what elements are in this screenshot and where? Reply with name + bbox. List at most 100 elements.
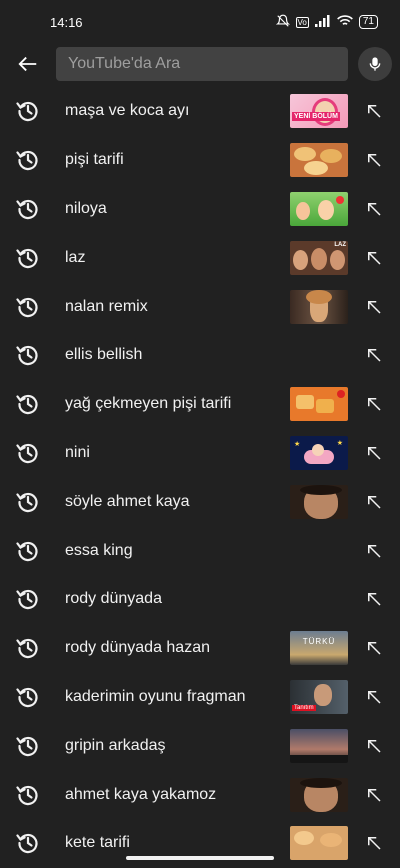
history-item[interactable]: kaderimin oyunu fragman Tanıtım [0, 673, 400, 722]
voice-search-button[interactable] [358, 47, 392, 81]
history-item-thumbnail: Tanıtım [290, 679, 348, 714]
fill-query-button[interactable] [362, 441, 386, 465]
history-clock-icon [16, 736, 38, 756]
fill-query-button[interactable] [362, 99, 386, 123]
fill-query-button[interactable] [362, 392, 386, 416]
history-item[interactable]: ellis bellish [0, 331, 400, 380]
history-clock-icon [16, 492, 38, 512]
arrow-up-left-icon [368, 837, 381, 850]
history-item-label: ellis bellish [65, 346, 143, 364]
history-item-label: gripin arkadaş [65, 736, 166, 754]
history-item[interactable]: ahmet kaya yakamoz [0, 770, 400, 819]
history-clock-icon [16, 443, 38, 464]
history-item-label: niloya [65, 199, 107, 217]
arrow-left-icon [18, 56, 37, 72]
history-item[interactable]: nini ★ ★ [0, 429, 400, 478]
fill-query-button[interactable] [362, 734, 386, 758]
arrow-up-left-icon [368, 739, 381, 753]
history-item-label: laz [65, 248, 86, 266]
history-item-label: nini [65, 443, 90, 461]
history-item-thumbnail [290, 484, 348, 519]
history-item-thumbnail: YENİ BÖLÜM [290, 94, 348, 129]
fill-query-button[interactable] [362, 783, 386, 807]
home-indicator[interactable] [126, 856, 274, 860]
history-clock-icon [16, 785, 38, 805]
history-item-label: pişi tarifi [65, 151, 124, 169]
volte-badge-icon: Vo [295, 16, 309, 28]
history-item[interactable]: laz LAZ [0, 233, 400, 282]
fill-query-button[interactable] [362, 490, 386, 514]
history-item[interactable]: kete tarifi [0, 819, 400, 868]
history-item[interactable]: rody dünyada hazan TÜRKÜ [0, 624, 400, 673]
history-item-thumbnail [290, 143, 348, 178]
arrow-up-left-icon [368, 349, 381, 362]
history-item[interactable]: yağ çekmeyen pişi tarifi [0, 380, 400, 429]
arrow-up-left-icon [368, 593, 381, 606]
arrow-up-left-icon [368, 495, 381, 509]
history-item-thumbnail [290, 826, 348, 861]
history-item-thumbnail [290, 289, 348, 324]
history-item-label: ahmet kaya yakamoz [65, 785, 217, 803]
arrow-up-left-icon [368, 446, 381, 460]
history-item-thumbnail [290, 191, 348, 226]
fill-query-button[interactable] [362, 246, 386, 270]
history-item-label: essa king [65, 541, 133, 559]
history-item[interactable]: niloya [0, 185, 400, 234]
search-box[interactable] [56, 47, 348, 81]
history-clock-icon [16, 297, 38, 317]
history-clock-icon [16, 639, 38, 659]
fill-query-button[interactable] [362, 636, 386, 660]
arrow-up-left-icon [368, 398, 381, 411]
battery-indicator: 71 [358, 15, 378, 29]
arrow-up-left-icon [368, 105, 381, 118]
history-item-thumbnail [290, 728, 348, 763]
arrow-up-left-icon [368, 154, 381, 167]
arrow-up-left-icon [368, 788, 381, 802]
history-clock-icon [16, 346, 38, 366]
history-item[interactable]: maşa ve koca ayı YENİ BÖLÜM [0, 87, 400, 136]
history-item[interactable]: essa king [0, 526, 400, 575]
microphone-icon [369, 57, 381, 71]
history-item-label: söyle ahmet kaya [65, 492, 190, 510]
history-item-thumbnail: TÜRKÜ [290, 631, 348, 666]
status-bar: 14:16 Vo 71 [0, 0, 400, 44]
history-item[interactable]: rody dünyada [0, 575, 400, 624]
fill-query-button[interactable] [362, 197, 386, 221]
arrow-up-left-icon [368, 690, 381, 704]
fill-query-button[interactable] [362, 685, 386, 709]
fill-query-button[interactable] [362, 539, 386, 563]
back-button[interactable] [8, 44, 48, 84]
history-item-label: yağ çekmeyen pişi tarifi [65, 395, 232, 413]
history-item-label: rody dünyada hazan [65, 639, 210, 657]
history-clock-icon [16, 151, 38, 171]
history-item-thumbnail-placeholder [290, 534, 348, 568]
fill-query-button[interactable] [362, 343, 386, 367]
history-clock-icon [16, 687, 38, 708]
fill-query-button[interactable] [362, 831, 386, 855]
history-clock-icon [16, 590, 38, 610]
arrow-up-left-icon [368, 251, 381, 265]
search-input[interactable] [66, 54, 338, 74]
history-item-thumbnail [290, 387, 348, 422]
history-item-thumbnail-placeholder [290, 338, 348, 372]
history-clock-icon [16, 834, 38, 854]
history-item-thumbnail: LAZ [290, 240, 348, 275]
history-item[interactable]: nalan remix [0, 282, 400, 331]
arrow-up-left-icon [368, 642, 381, 655]
history-item-thumbnail: ★ ★ [290, 435, 348, 470]
fill-query-button[interactable] [362, 148, 386, 172]
status-icons: Vo 71 [275, 14, 378, 31]
history-item-label: kaderimin oyunu fragman [65, 687, 246, 705]
history-clock-icon [16, 541, 38, 561]
history-clock-icon [16, 248, 38, 268]
history-item[interactable]: pişi tarifi [0, 136, 400, 185]
arrow-up-left-icon [368, 544, 381, 558]
history-item[interactable]: gripin arkadaş [0, 721, 400, 770]
signal-icon [314, 14, 331, 30]
mute-bell-icon [275, 14, 290, 31]
fill-query-button[interactable] [362, 587, 386, 611]
history-item-label: nalan remix [65, 297, 148, 315]
status-time: 14:16 [50, 14, 83, 30]
fill-query-button[interactable] [362, 295, 386, 319]
history-item[interactable]: söyle ahmet kaya [0, 477, 400, 526]
